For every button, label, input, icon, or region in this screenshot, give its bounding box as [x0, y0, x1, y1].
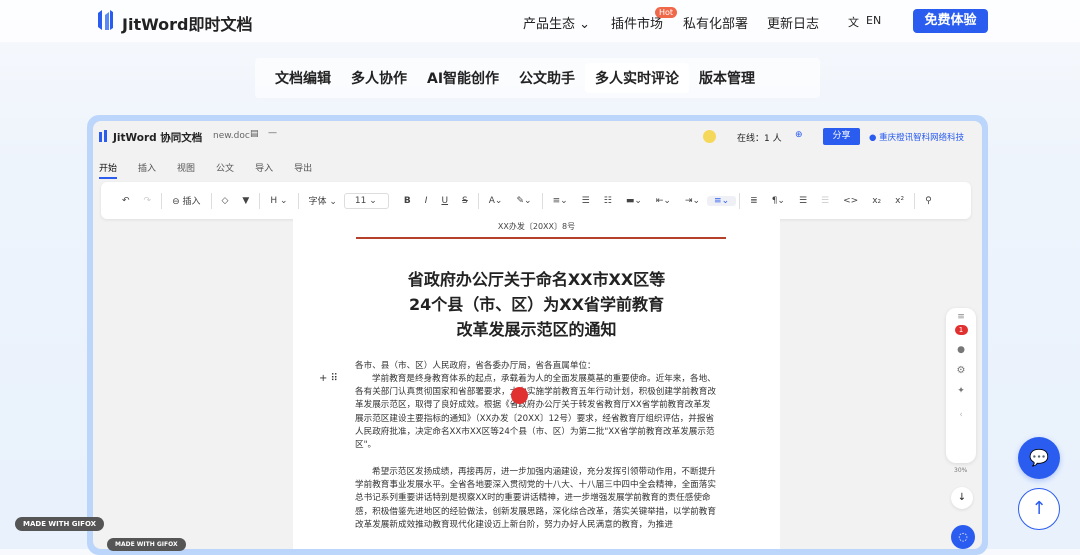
task-list-icon[interactable]: ☰	[792, 196, 814, 206]
formatting-toolbar: ↶ ↷ ⊖ 插入 ◇ ▼ H ⌄ 字体 ⌄ 11 ⌄ B I U S A⌄ ✎⌄…	[101, 182, 971, 219]
tab-ai[interactable]: AI智能创作	[417, 63, 509, 93]
tab-version[interactable]: 版本管理	[689, 63, 765, 93]
bold-icon[interactable]: B	[397, 196, 418, 206]
bullet-list-icon[interactable]: ☰	[575, 196, 597, 206]
comment-badge[interactable]: 1	[954, 325, 968, 335]
font-size-value: 11	[354, 195, 367, 206]
document-page[interactable]: XX办发〔20XX〕8号 省政府办公厅关于命名XX市XX区等 24个县（市、区）…	[293, 219, 780, 549]
title-line: 改革发展示范区的通知	[456, 320, 617, 339]
scroll-down-button[interactable]: ↓	[951, 487, 973, 509]
format-painter-icon[interactable]: ▼	[235, 196, 256, 206]
chat-button[interactable]: 💬	[1018, 437, 1060, 479]
share-button[interactable]: 分享	[823, 128, 860, 145]
tab-doc-edit[interactable]: 文档编辑	[265, 63, 341, 93]
nav-changelog[interactable]: 更新日志	[767, 13, 819, 32]
cursor-marker	[511, 387, 528, 404]
doc-number: XX办发〔20XX〕8号	[497, 222, 576, 231]
gifox-watermark: MADE WITH GIFOX	[15, 517, 105, 531]
translate-icon[interactable]: 文	[848, 14, 859, 30]
redo-icon[interactable]: ↷	[137, 196, 159, 206]
hr-icon[interactable]: ≣	[743, 196, 765, 206]
menu-tab-insert[interactable]: 插入	[138, 161, 156, 179]
side-panel: ≡ 1 ● ⚙ ✦ ‹	[946, 308, 976, 463]
tab-realtime-comment[interactable]: 多人实时评论	[585, 63, 690, 93]
align-icon[interactable]: ≡⌄	[546, 196, 575, 206]
feature-tabs: 文档编辑 多人协作 AI智能创作 公文助手 多人实时评论 版本管理	[255, 58, 820, 98]
doc-title: 省政府办公厅关于命名XX市XX区等 24个县（市、区）为XX省学前教育 改革发展…	[293, 267, 780, 342]
minimize-icon[interactable]: —	[268, 128, 277, 138]
paragraph-icon[interactable]: ¶⌄	[765, 196, 792, 206]
menu-tab-start[interactable]: 开始	[99, 161, 118, 179]
highlight-icon[interactable]: ✎⌄	[509, 196, 538, 206]
hot-badge: Hot	[655, 7, 678, 18]
app-logo-icon	[99, 130, 107, 142]
nav-private-deploy[interactable]: 私有化部署	[683, 13, 748, 32]
editor-app: JitWord 协同文档 new.doc ▤ — 在线：1 人 ⊕ 分享 ● 重…	[93, 121, 982, 549]
title-line: 24个县（市、区）为XX省学前教育	[409, 295, 664, 314]
heading-select[interactable]: H ⌄	[263, 196, 294, 206]
brand-name[interactable]: JitWord即时文档	[122, 11, 253, 35]
free-trial-button[interactable]: 免费体验	[913, 9, 988, 33]
menu-tab-official[interactable]: 公文	[216, 161, 234, 179]
menu-tab-export[interactable]: 导出	[294, 161, 312, 179]
underline-icon[interactable]: U	[434, 196, 455, 206]
gifox-watermark-2: MADE WITH GIFOX	[107, 538, 186, 551]
back-to-top-button[interactable]: ↑	[1018, 488, 1060, 530]
addressee: 各市、县（市、区）人民政府，省各委办厅局，省各直属单位：	[355, 361, 596, 371]
quote-icon[interactable]: ☰	[814, 196, 836, 206]
online-count: 在线：1 人	[737, 134, 782, 144]
menu-tabs: 开始 插入 视图 公文 导入 导出	[99, 161, 312, 179]
block-align-icon[interactable]: ≡⌄	[707, 195, 737, 206]
user-avatar	[703, 130, 716, 143]
paragraph-1: 学前教育是终身教育体系的起点，承载着为人的全面发展奠基的重要使命。近年来，各地、…	[355, 374, 716, 451]
strikethrough-icon[interactable]: S	[455, 196, 475, 206]
search-icon[interactable]: ⚲	[918, 196, 939, 206]
nav-products[interactable]: 产品生态 ⌄	[523, 13, 590, 32]
ordered-list-icon[interactable]: ☷	[597, 196, 619, 206]
collapse-icon[interactable]: ‹	[946, 410, 976, 420]
indent-icon[interactable]: ⇤⌄	[649, 196, 678, 206]
red-rule	[356, 237, 726, 239]
doc-name[interactable]: new.doc	[213, 131, 250, 141]
clear-format-icon[interactable]: ◇	[215, 196, 236, 206]
paragraph-2: 希望示范区发扬成绩，再接再厉，进一步加强内涵建设，充分发挥引领带动作用，不断提升…	[355, 467, 716, 530]
subscript-icon[interactable]: x₂	[865, 196, 888, 206]
title-line: 省政府办公厅关于命名XX市XX区等	[407, 270, 666, 289]
menu-icon[interactable]: ≡	[946, 312, 976, 322]
jitword-logo-icon	[98, 10, 113, 30]
globe-icon[interactable]: ⊕	[795, 130, 803, 140]
outdent-icon[interactable]: ⇥⌄	[678, 196, 707, 206]
info-icon[interactable]: ●	[946, 345, 976, 355]
user-link[interactable]: ● 重庆橙讯智科网络科技	[869, 131, 964, 143]
text-color-icon[interactable]: A⌄	[482, 196, 510, 206]
italic-icon[interactable]: I	[418, 196, 435, 206]
settings-icon[interactable]: ⚙	[946, 365, 976, 376]
magic-wand-icon[interactable]: ✦	[946, 386, 976, 396]
insert-button[interactable]: ⊖ 插入	[165, 194, 207, 207]
font-family-select[interactable]: 字体 ⌄	[302, 194, 344, 207]
progress-indicator: 30%	[954, 467, 968, 474]
app-title: JitWord 协同文档	[113, 132, 203, 144]
code-icon[interactable]: <>	[836, 196, 865, 206]
menu-tab-view[interactable]: 视图	[177, 161, 195, 179]
user-icon: ●	[869, 133, 877, 143]
menu-tab-import[interactable]: 导入	[255, 161, 273, 179]
language-switch[interactable]: EN	[866, 14, 881, 27]
superscript-icon[interactable]: x²	[888, 196, 911, 206]
app-window-frame: JitWord 协同文档 new.doc ▤ — 在线：1 人 ⊕ 分享 ● 重…	[87, 115, 988, 555]
tab-collab[interactable]: 多人协作	[341, 63, 417, 93]
line-height-icon[interactable]: ▬⌄	[619, 196, 649, 206]
add-block-handle[interactable]: + ⠿	[319, 373, 338, 384]
support-button[interactable]: ◌	[951, 525, 975, 549]
tab-official-doc[interactable]: 公文助手	[509, 63, 585, 93]
undo-icon[interactable]: ↶	[115, 196, 137, 206]
doc-info-icon[interactable]: ▤	[250, 129, 259, 139]
user-name: 重庆橙讯智科网络科技	[879, 133, 965, 143]
font-size-select[interactable]: 11 ⌄	[343, 192, 389, 209]
